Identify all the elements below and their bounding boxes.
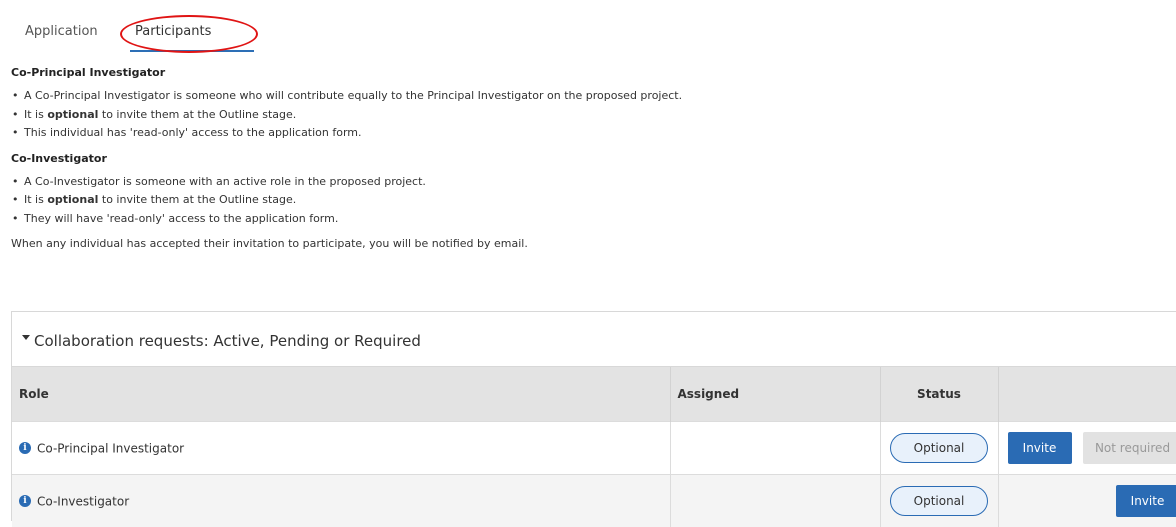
section-heading-co-pi: Co-Principal Investigator bbox=[11, 66, 1161, 79]
actions-cell: Invite Not required bbox=[998, 422, 1176, 475]
status-cell: Optional bbox=[880, 475, 998, 527]
table-row: i Co-Investigator Optional Invite bbox=[12, 475, 1176, 527]
bullet-item: This individual has 'read-only' access t… bbox=[24, 124, 1161, 143]
role-cell: i Co-Investigator bbox=[12, 475, 670, 527]
status-cell: Optional bbox=[880, 422, 998, 475]
bullet-text: It is bbox=[24, 108, 47, 121]
info-icon[interactable]: i bbox=[19, 442, 31, 454]
bullet-text: to invite them at the Outline stage. bbox=[98, 108, 296, 121]
bullet-bold-text: optional bbox=[47, 108, 98, 121]
bullet-text: It is bbox=[24, 193, 47, 206]
actions-cell: Invite bbox=[998, 475, 1176, 527]
column-header-actions bbox=[998, 367, 1176, 422]
notification-note: When any individual has accepted their i… bbox=[11, 237, 1161, 250]
not-required-button[interactable]: Not required bbox=[1083, 432, 1176, 464]
bullet-text: to invite them at the Outline stage. bbox=[98, 193, 296, 206]
table-row: i Co-Principal Investigator Optional Invi… bbox=[12, 422, 1176, 475]
info-icon[interactable]: i bbox=[19, 495, 31, 507]
role-label: Co-Principal Investigator bbox=[37, 441, 184, 455]
panel-header[interactable]: Collaboration requests: Active, Pending … bbox=[12, 312, 1176, 367]
role-label: Co-Investigator bbox=[37, 494, 129, 508]
bullet-item: It is optional to invite them at the Out… bbox=[24, 191, 1161, 210]
bullet-item: They will have 'read-only' access to the… bbox=[24, 210, 1161, 229]
assigned-cell bbox=[670, 422, 880, 475]
bullet-item: A Co-Principal Investigator is someone w… bbox=[24, 87, 1161, 106]
bullet-item: A Co-Investigator is someone with an act… bbox=[24, 173, 1161, 192]
co-pi-bullets: A Co-Principal Investigator is someone w… bbox=[11, 87, 1161, 143]
status-badge: Optional bbox=[890, 486, 988, 516]
bullet-item: It is optional to invite them at the Out… bbox=[24, 106, 1161, 125]
assigned-cell bbox=[670, 475, 880, 527]
collaboration-table: Role Assigned Status i Co-Principal Inves… bbox=[12, 367, 1176, 527]
status-badge: Optional bbox=[890, 433, 988, 463]
section-heading-co-i: Co-Investigator bbox=[11, 152, 1161, 165]
invite-button[interactable]: Invite bbox=[1008, 432, 1072, 464]
panel-title[interactable]: Collaboration requests: Active, Pending … bbox=[34, 332, 421, 350]
column-header-role: Role bbox=[12, 367, 670, 422]
collaboration-panel: Collaboration requests: Active, Pending … bbox=[11, 311, 1176, 521]
caret-down-icon[interactable] bbox=[22, 335, 30, 340]
column-header-status: Status bbox=[880, 367, 998, 422]
invite-button[interactable]: Invite bbox=[1116, 485, 1176, 517]
tab-application[interactable]: Application bbox=[25, 24, 98, 39]
bullet-bold-text: optional bbox=[47, 193, 98, 206]
highlight-circle bbox=[120, 15, 258, 53]
column-header-assigned: Assigned bbox=[670, 367, 880, 422]
role-cell: i Co-Principal Investigator bbox=[12, 422, 670, 475]
table-header-row: Role Assigned Status bbox=[12, 367, 1176, 422]
instructions: Co-Principal Investigator A Co-Principal… bbox=[11, 66, 1161, 250]
co-i-bullets: A Co-Investigator is someone with an act… bbox=[11, 173, 1161, 229]
